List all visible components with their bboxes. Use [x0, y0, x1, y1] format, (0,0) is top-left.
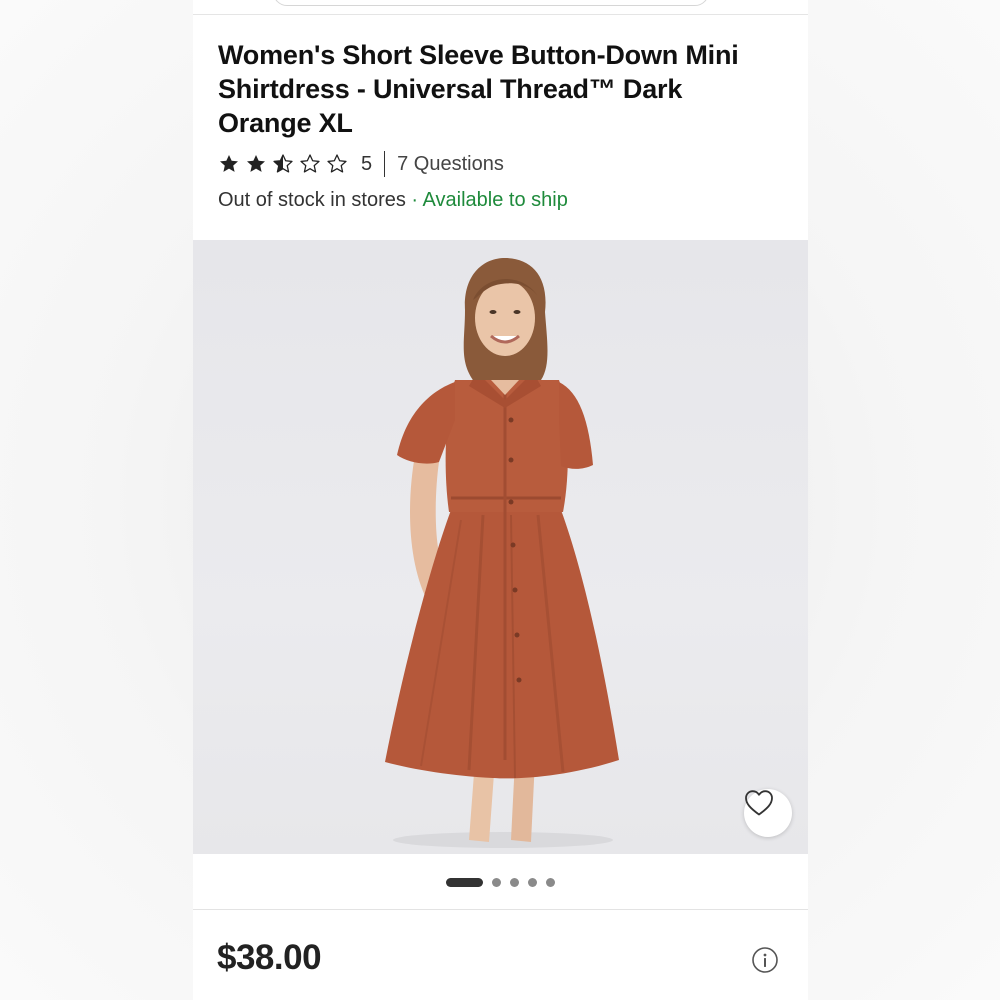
section-divider [193, 909, 808, 910]
questions-link[interactable]: 7 Questions [397, 153, 504, 176]
star-rating [218, 153, 353, 175]
ship-status-link[interactable]: Available to ship [423, 189, 568, 211]
star-empty-icon [327, 154, 347, 173]
product-image[interactable] [193, 240, 808, 854]
carousel-dot[interactable] [546, 877, 555, 887]
rating-divider [384, 151, 386, 177]
carousel-dot[interactable] [510, 877, 519, 887]
product-price: $38.00 [217, 938, 322, 977]
carousel-dot[interactable] [528, 877, 537, 887]
star-empty-icon [300, 154, 320, 173]
star-full-icon [247, 155, 265, 172]
carousel-dot-active[interactable] [446, 877, 483, 887]
heart-outline-icon [745, 790, 773, 816]
product-photo [385, 258, 619, 848]
top-bar [193, 0, 808, 15]
stock-status: Out of stock in stores [218, 189, 406, 211]
star-full-icon [220, 155, 238, 172]
star-half-icon [273, 154, 293, 173]
availability-row: Out of stock in stores · Available to sh… [218, 189, 568, 212]
search-bar-edge[interactable] [273, 0, 709, 6]
product-title: Women's Short Sleeve Button-Down Mini Sh… [218, 40, 739, 138]
product-page: Women's Short Sleeve Button-Down Mini Sh… [193, 0, 808, 1000]
availability-separator: · [411, 189, 419, 211]
image-carousel-dots [193, 870, 808, 894]
carousel-dot[interactable] [492, 877, 501, 887]
rating-count[interactable]: 5 [361, 153, 372, 176]
favorite-button[interactable] [744, 789, 792, 837]
rating-row[interactable]: 5 7 Questions [218, 150, 504, 178]
info-circle-icon[interactable] [752, 947, 778, 973]
